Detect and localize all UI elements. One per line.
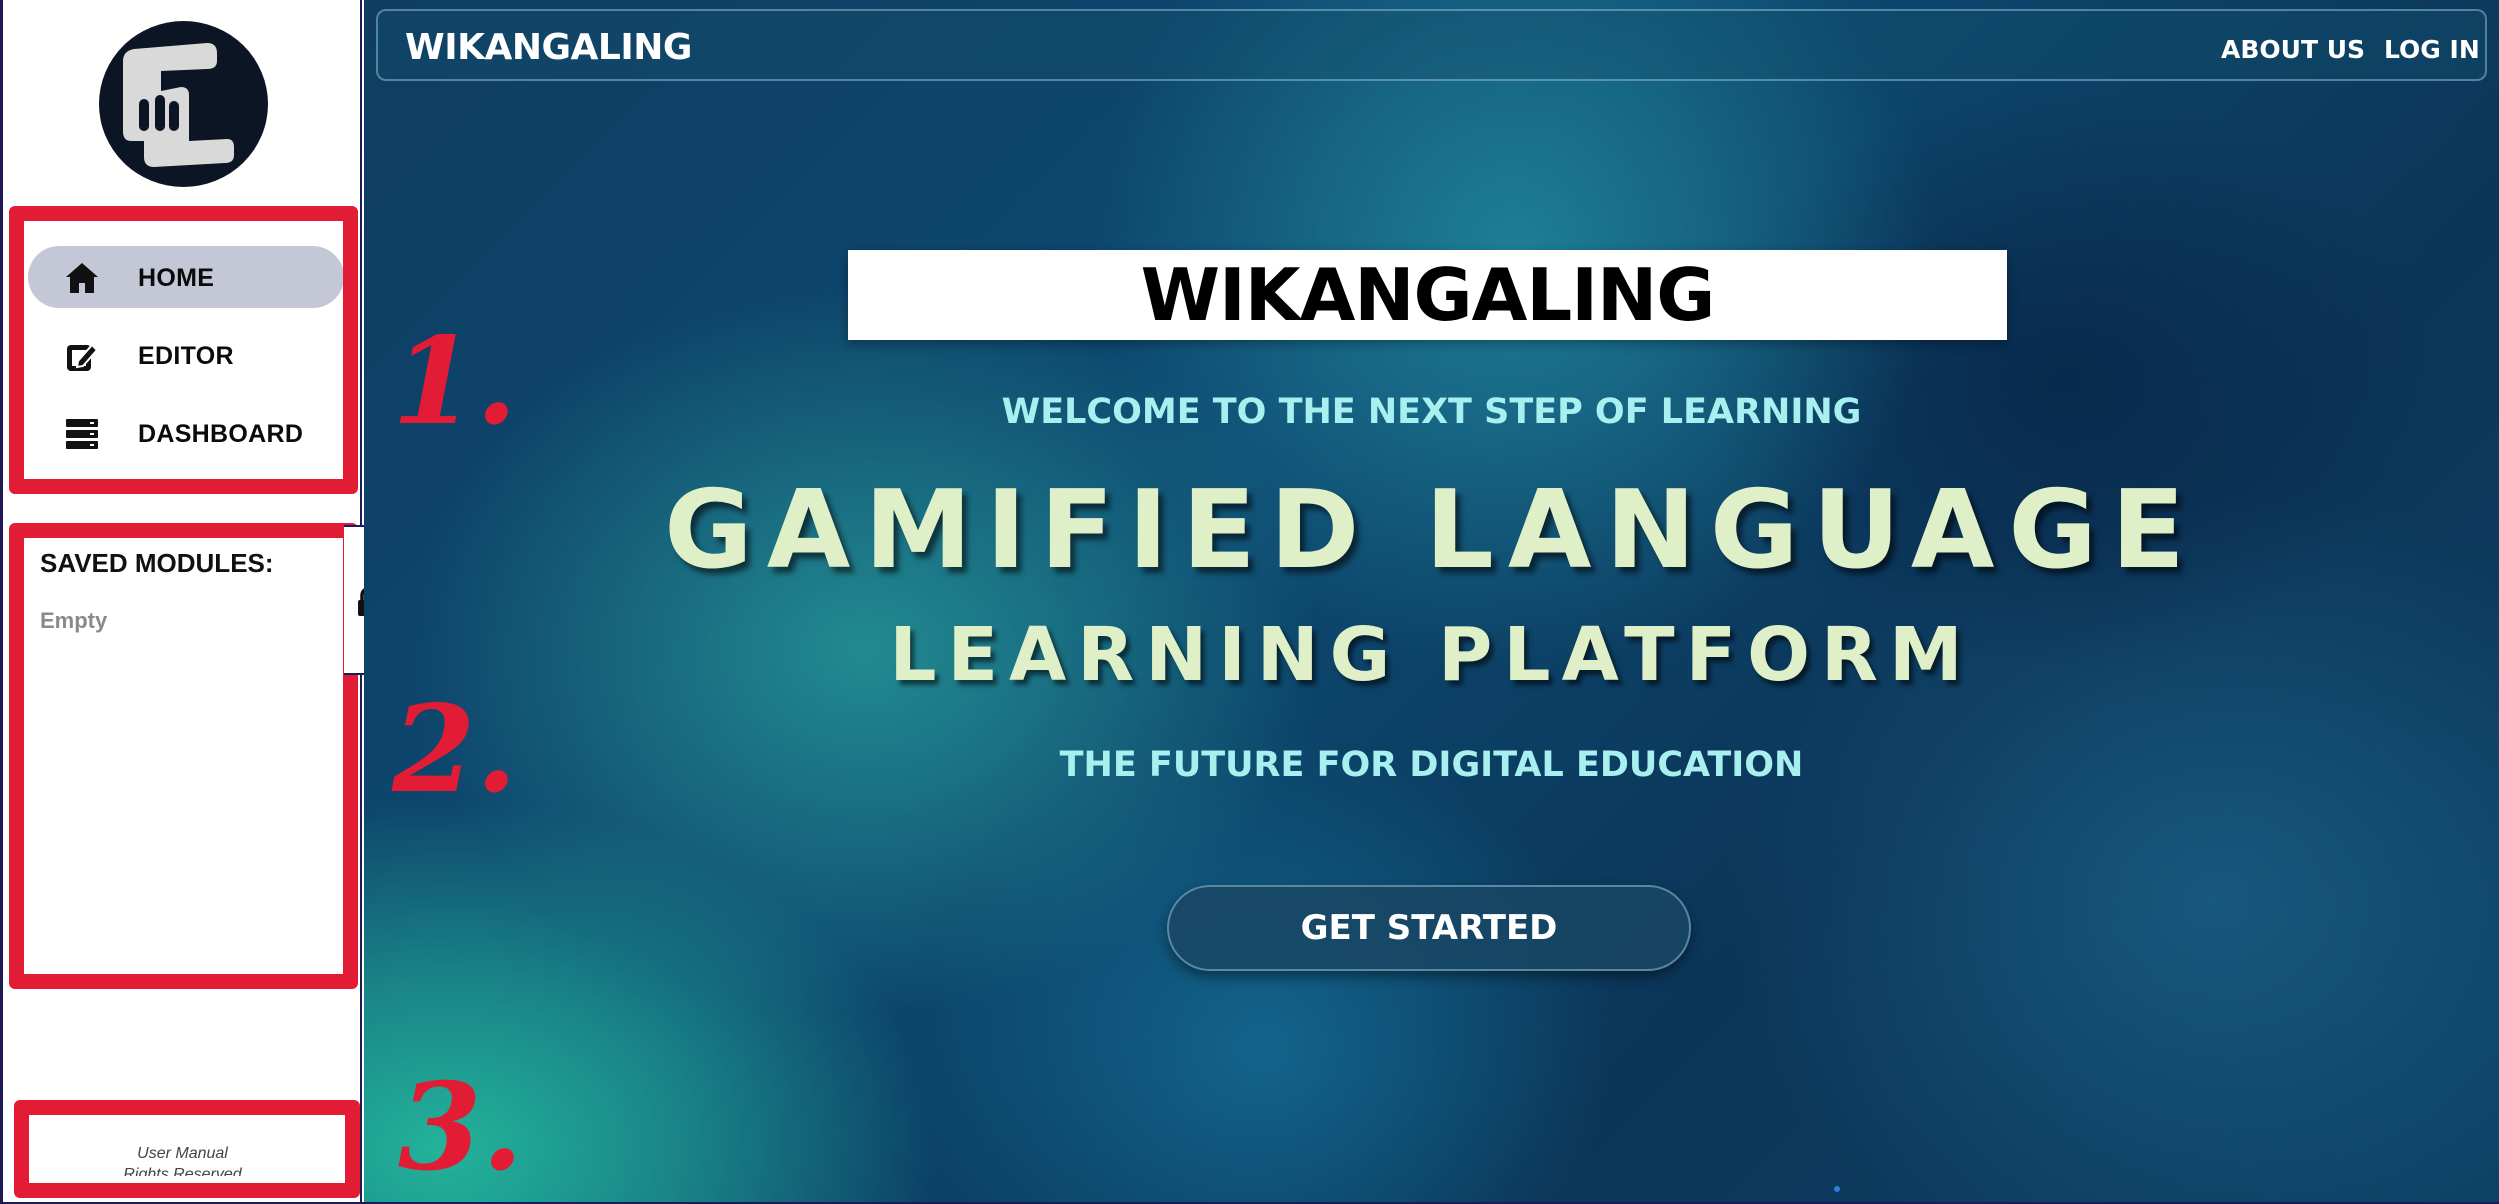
logo-mark-icon — [123, 43, 234, 167]
top-navbar: WIKANGALING ABOUT US LOG IN — [376, 9, 2487, 81]
annotation-number-1: 1. — [392, 311, 518, 452]
hero-title: WIKANGALING — [1140, 253, 1716, 337]
annotation-number-3: 3. — [398, 1057, 524, 1198]
hero-headline-line1: GAMIFIED LANGUAGE — [664, 468, 2199, 593]
annotation-box-1 — [9, 206, 358, 494]
login-link[interactable]: LOG IN — [2384, 35, 2480, 64]
about-us-link[interactable]: ABOUT US — [2221, 35, 2365, 64]
brand-link[interactable]: WIKANGALING — [405, 27, 692, 68]
get-started-button[interactable]: GET STARTED — [1167, 885, 1691, 971]
annotation-box-2 — [9, 523, 358, 989]
annotation-number-2: 2. — [392, 679, 518, 820]
annotation-box-3 — [14, 1100, 360, 1198]
hero-title-box: WIKANGALING — [848, 250, 2007, 340]
hero-headline-line2: LEARNING PLATFORM — [889, 612, 1974, 698]
app-logo[interactable] — [99, 21, 268, 187]
main-hero: WIKANGALING ABOUT US LOG IN WIKANGALING … — [364, 0, 2499, 1202]
get-started-label: GET STARTED — [1300, 908, 1558, 948]
tagline-text: THE FUTURE FOR DIGITAL EDUCATION — [1059, 745, 1804, 785]
welcome-text: WELCOME TO THE NEXT STEP OF LEARNING — [1001, 392, 1862, 432]
cursor-dot — [1834, 1186, 1840, 1192]
